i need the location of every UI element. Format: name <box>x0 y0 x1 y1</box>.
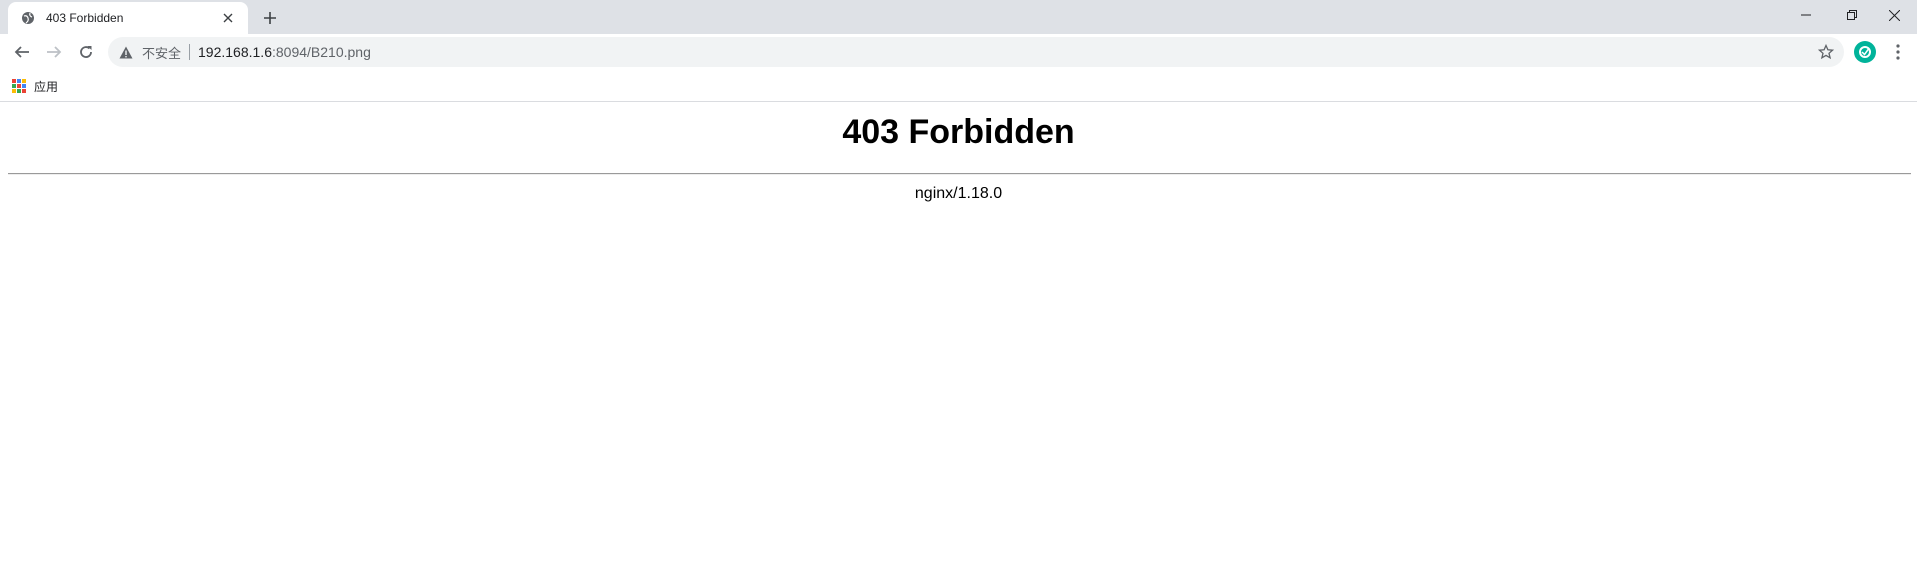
warning-icon[interactable] <box>118 44 134 60</box>
tab-close-icon[interactable] <box>218 8 238 28</box>
restore-icon[interactable] <box>1829 0 1875 30</box>
window-close-icon[interactable] <box>1871 0 1917 30</box>
tab-active[interactable]: 403 Forbidden <box>8 2 248 34</box>
url-path: :8094/B210.png <box>271 44 371 60</box>
address-separator <box>189 44 191 60</box>
apps-label: 应用 <box>34 79 59 94</box>
bookmarks-bar: 应用 <box>0 70 1917 102</box>
apps-shortcut[interactable]: 应用 <box>12 76 58 96</box>
tab-strip: 403 Forbidden <box>0 0 1917 34</box>
server-signature: nginx/1.18.0 <box>914 185 1003 202</box>
reload-icon[interactable] <box>72 38 100 66</box>
apps-grid-icon <box>12 79 26 93</box>
url-host: 192.168.1.6 <box>198 44 272 60</box>
bookmark-star-icon[interactable] <box>1816 42 1836 62</box>
back-arrow-icon[interactable] <box>8 38 36 66</box>
toolbar: 不安全 192.168.1.6 :8094/B210.png <box>0 34 1917 70</box>
kebab-menu-icon[interactable] <box>1888 42 1908 62</box>
address-bar[interactable]: 不安全 192.168.1.6 :8094/B210.png <box>108 37 1844 67</box>
page-content: 403 Forbidden nginx/1.18.0 <box>0 103 1917 579</box>
tab-title: 403 Forbidden <box>46 11 124 25</box>
extension-icon[interactable] <box>1854 41 1876 63</box>
security-label[interactable]: 不安全 <box>142 43 181 62</box>
page-heading: 403 Forbidden <box>842 113 1075 151</box>
forward-arrow-icon[interactable] <box>40 38 68 66</box>
divider <box>8 173 1911 175</box>
minimize-icon[interactable] <box>1783 0 1829 30</box>
new-tab-button[interactable] <box>258 6 282 30</box>
globe-icon <box>20 10 36 26</box>
